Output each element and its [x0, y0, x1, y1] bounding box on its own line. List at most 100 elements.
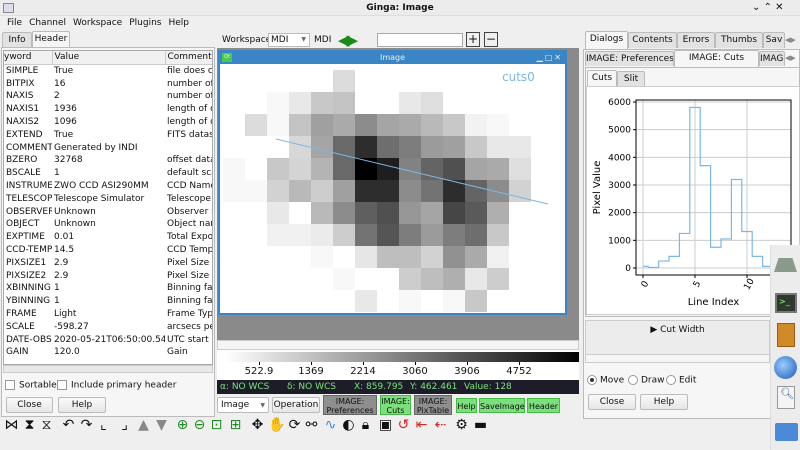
rotate-mode-icon[interactable]: ⟳	[286, 416, 303, 434]
lock-icon[interactable]: 🔒︎	[357, 416, 374, 434]
primary-header-checkbox[interactable]: Include primary header	[57, 380, 176, 391]
subtab-0[interactable]: IMAGE: Preferences	[585, 51, 674, 66]
tab-dialogs[interactable]: Dialogs	[585, 31, 628, 49]
menu-plugins[interactable]: Plugins	[129, 18, 161, 28]
table-row[interactable]: DATE-OBS2020-05-21T06:50:00.544ZUTC star…	[4, 334, 212, 347]
channel-input[interactable]	[377, 33, 463, 47]
cuts-close-button[interactable]: Close	[588, 394, 636, 410]
zoom-100-icon[interactable]: ⊞	[227, 416, 244, 434]
drive-icon[interactable]	[774, 258, 797, 272]
col-comment[interactable]: Comment	[164, 51, 212, 65]
flip-y-icon[interactable]: ⧗	[21, 416, 38, 434]
subtab-2[interactable]: IMAGE: P	[759, 51, 785, 66]
operation-button[interactable]: Operation	[272, 397, 320, 413]
search-document-icon[interactable]: 🔍︎	[777, 386, 795, 409]
header-plugin-button[interactable]: Header	[527, 398, 560, 413]
clapper-icon[interactable]: ▬	[472, 416, 489, 434]
col-keyword[interactable]: Keyword	[4, 51, 52, 64]
add-channel-icon[interactable]: +	[466, 32, 480, 47]
tab-cuts[interactable]: Cuts	[587, 70, 617, 87]
cuts-reset-icon[interactable]: ▣	[377, 416, 394, 434]
file-cabinet-icon[interactable]	[777, 323, 795, 347]
settings-icon[interactable]: ⚙	[453, 416, 470, 434]
reset-cmap-icon[interactable]: ⇤	[413, 416, 430, 434]
remove-channel-icon[interactable]: −	[484, 32, 498, 47]
cut-width-scrollbar[interactable]	[586, 354, 769, 362]
prev-next-arrows-icon[interactable]: ◀▶	[338, 31, 358, 49]
col-value[interactable]: Value	[51, 51, 165, 65]
tab-sav[interactable]: Sav	[763, 32, 785, 48]
lower-icon[interactable]: ▼	[153, 416, 170, 434]
table-row[interactable]: XBINNING 1 Binning fac	[4, 282, 212, 295]
tab-slit[interactable]: Slit	[617, 71, 645, 86]
orient-rh-icon[interactable]: ⌟	[116, 416, 133, 434]
table-row[interactable]: INSTRUME ZWO CCD ASI290MM CCD Name	[4, 180, 212, 193]
terminal-icon[interactable]: >_	[775, 293, 797, 313]
workspace-select[interactable]: MDI ▼	[268, 33, 310, 47]
reset-contrast-icon[interactable]: ⇠	[432, 416, 449, 434]
radio-draw[interactable]: Draw	[628, 375, 665, 386]
help-button[interactable]: Help	[58, 397, 106, 413]
menu-workspace[interactable]: Workspace	[73, 18, 122, 28]
zoom-in-icon[interactable]: ⊕	[174, 416, 191, 434]
save-image-button[interactable]: SaveImage	[479, 398, 525, 413]
subtab-1[interactable]: IMAGE: Cuts	[674, 50, 759, 67]
cuts-chart[interactable]: 0 1000 2000 3000 4000 5000 6000 0 5 10Line Index P…	[586, 86, 800, 315]
table-row[interactable]: OBJECT Unknown Object nam	[4, 218, 212, 231]
tab-header[interactable]: Header	[32, 31, 70, 48]
tab-scroll-arrows[interactable]: ◀▶	[785, 33, 800, 47]
header-table[interactable]: Keyword ValueComment SIMPLE True file does …	[3, 50, 213, 365]
help-plugin-button[interactable]: Help	[456, 398, 477, 413]
cuts-help-button[interactable]: Help	[640, 394, 688, 410]
horizontal-scrollbar[interactable]	[3, 365, 213, 373]
table-row[interactable]: BSCALE 1 default sca	[4, 167, 212, 180]
table-row[interactable]: SCALE -598.27 arcsecs pe	[4, 321, 212, 334]
tab-thumbs[interactable]: Thumbs	[715, 32, 763, 48]
colorbar[interactable]: 522.9 1369 2214 3060 3906 4752	[217, 350, 579, 380]
folder-icon[interactable]	[775, 423, 798, 441]
window-controls[interactable]: ⌄ ⌃ ✕	[752, 2, 784, 13]
mode-select[interactable]: Image ▼	[217, 397, 269, 413]
radio-edit[interactable]: Edit	[666, 375, 696, 386]
plugin-image-cuts[interactable]: IMAGE: Cuts	[380, 395, 411, 415]
cut-width-toggle[interactable]: ▶ Cut Width	[586, 325, 769, 335]
grab-icon[interactable]: ✋	[268, 416, 285, 434]
tab-errors[interactable]: Errors	[677, 32, 715, 48]
table-row[interactable]: OBSERVER Unknown Observer n	[4, 206, 212, 219]
dist-icon[interactable]: ⚯	[303, 416, 320, 434]
image-window-titlebar[interactable]: Qt Image ▁□✕	[220, 52, 565, 64]
table-row[interactable]: PIXSIZE2 2.9 Pixel Size 2	[4, 270, 212, 283]
cmap-icon[interactable]: ∿	[322, 416, 339, 434]
image-scrollbar[interactable]	[217, 340, 579, 350]
table-row[interactable]: EXTEND True FITS datase	[4, 129, 212, 142]
rotate-ccw-icon[interactable]: ↶	[60, 416, 77, 434]
swap-xy-icon[interactable]: ⧖	[38, 416, 55, 434]
raise-icon[interactable]: ▲	[135, 416, 152, 434]
contrast-icon[interactable]: ◐	[340, 416, 357, 434]
table-row[interactable]: CCD-TEMP 14.5 CCD Temp	[4, 244, 212, 257]
reset-rotation-icon[interactable]: ↺	[395, 416, 412, 434]
table-row[interactable]: TELESCOP Telescope Simulator Telescope	[4, 193, 212, 206]
table-row[interactable]: BITPIX 16 number of	[4, 78, 212, 91]
image-window-controls[interactable]: ▁□✕	[537, 52, 563, 64]
table-row[interactable]: BZERO 32768 offset data	[4, 154, 212, 167]
tab-contents[interactable]: Contents	[628, 32, 677, 48]
rotate-cw-icon[interactable]: ↷	[78, 416, 95, 434]
table-row[interactable]: COMMENT Generated by INDI	[4, 142, 212, 155]
table-row[interactable]: EXPTIME 0.01 Total Expos	[4, 231, 212, 244]
zoom-out-icon[interactable]: ⊖	[191, 416, 208, 434]
close-button[interactable]: Close	[6, 397, 53, 413]
orient-lh-icon[interactable]: ⌞	[95, 416, 112, 434]
table-row[interactable]: NAXIS2 1096 length of d	[4, 116, 212, 129]
flip-x-icon[interactable]: ⋈	[3, 416, 20, 434]
sortable-checkbox[interactable]: Sortable	[5, 380, 57, 391]
image-canvas[interactable]: cuts0	[220, 64, 565, 314]
table-row[interactable]: NAXIS1 1936 length of d	[4, 103, 212, 116]
menu-file[interactable]: File	[7, 18, 22, 28]
table-row[interactable]: FRAME Light Frame Type	[4, 308, 212, 321]
menu-channel[interactable]: Channel	[29, 18, 66, 28]
radio-move[interactable]: Move	[587, 375, 624, 386]
plugin-image-pixtable[interactable]: IMAGE: PixTable	[414, 395, 452, 415]
subtab-scroll-arrows[interactable]: ◀▶	[785, 51, 800, 65]
table-row[interactable]: GAIN 120.0 Gain	[4, 346, 212, 359]
